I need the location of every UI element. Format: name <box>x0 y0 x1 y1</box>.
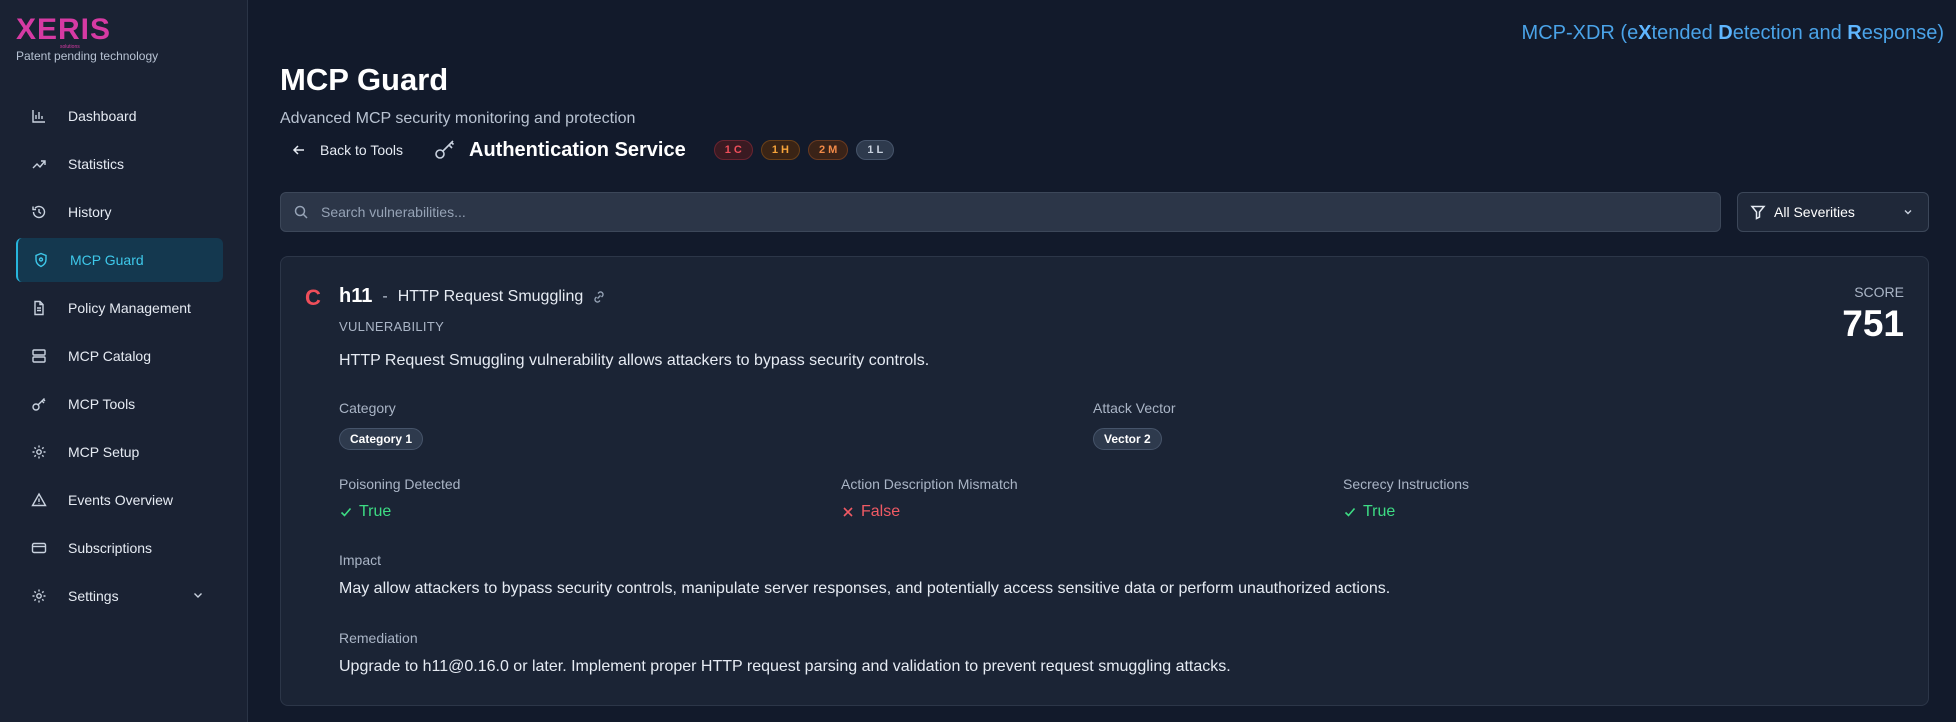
attack-vector-label: Attack Vector <box>1093 400 1176 416</box>
score-value: 751 <box>1842 303 1904 344</box>
check-icon <box>339 505 353 519</box>
category-label: Category <box>339 400 396 416</box>
sidebar-item-label: MCP Catalog <box>68 348 152 364</box>
poisoning-label: Poisoning Detected <box>339 476 461 492</box>
vulnerability-description: HTTP Request Smuggling vulnerability all… <box>339 352 930 369</box>
medium-count-badge: 2 M <box>807 140 849 160</box>
key-icon <box>31 396 47 412</box>
sidebar-item-label: History <box>68 204 112 220</box>
package-name: h11 <box>339 285 373 307</box>
sidebar-item-mcp-tools[interactable]: MCP Tools <box>16 382 223 426</box>
page-title: MCP Guard <box>280 62 449 97</box>
sidebar-item-history[interactable]: History <box>16 190 223 234</box>
sidebar: XERIS solutions Patent pending technolog… <box>0 0 248 722</box>
sidebar-item-label: MCP Tools <box>68 396 136 412</box>
back-to-tools-button[interactable]: Back to Tools <box>280 142 415 158</box>
secrecy-value: True <box>1343 503 1395 521</box>
search-bar <box>280 192 1721 232</box>
product-name-part: tended <box>1651 22 1719 44</box>
document-icon <box>31 300 47 316</box>
title-separator: - <box>382 287 388 305</box>
product-name-part: MCP-XDR (e <box>1521 22 1639 44</box>
chevron-down-icon <box>1902 206 1914 218</box>
severity-filter-value: All Severities <box>1774 204 1855 220</box>
chevron-down-icon[interactable] <box>191 588 205 605</box>
vulnerability-name: HTTP Request Smuggling <box>397 287 584 305</box>
poisoning-text: True <box>359 503 392 520</box>
arrow-left-icon <box>292 143 306 157</box>
service-name: Authentication Service <box>469 138 686 161</box>
trending-up-icon <box>31 156 47 172</box>
sidebar-nav: Dashboard Statistics History MCP Guard P… <box>16 94 223 622</box>
product-name-part: esponse) <box>1861 22 1944 44</box>
logo-wordmark: XERIS <box>16 13 112 46</box>
secrecy-text: True <box>1363 503 1396 520</box>
score-label: SCORE <box>1854 284 1904 300</box>
settings-icon <box>31 588 47 604</box>
logo[interactable]: XERIS solutions <box>16 13 112 51</box>
impact-label: Impact <box>339 552 382 568</box>
bar-chart-icon <box>31 108 47 124</box>
mismatch-label: Action Description Mismatch <box>841 476 1018 492</box>
remediation-text: Upgrade to h11@0.16.0 or later. Implemen… <box>339 658 1231 675</box>
critical-count-badge: 1 C <box>713 140 753 160</box>
poisoning-value: True <box>339 503 391 521</box>
gear-icon <box>31 444 47 460</box>
key-icon <box>433 138 457 162</box>
vulnerability-type: VULNERABILITY <box>339 319 445 334</box>
sidebar-item-label: Events Overview <box>68 492 174 508</box>
high-count-badge: 1 H <box>760 140 800 160</box>
product-name-part: X <box>1638 22 1652 44</box>
low-count-badge: 1 L <box>856 140 895 160</box>
back-label: Back to Tools <box>320 142 404 158</box>
product-name: MCP-XDR (eXtended Detection and Response… <box>1522 22 1944 45</box>
product-name-part: D <box>1718 22 1733 44</box>
vulnerability-title: h11 - HTTP Request Smuggling <box>339 285 607 308</box>
sidebar-item-subscriptions[interactable]: Subscriptions <box>16 526 223 570</box>
sidebar-item-mcp-guard[interactable]: MCP Guard <box>16 238 223 282</box>
sidebar-item-label: Statistics <box>68 156 125 172</box>
product-name-part: R <box>1847 22 1862 44</box>
sidebar-item-events-overview[interactable]: Events Overview <box>16 478 223 522</box>
sidebar-item-dashboard[interactable]: Dashboard <box>16 94 223 138</box>
page-subtitle: Advanced MCP security monitoring and pro… <box>280 110 636 127</box>
sidebar-item-label: Policy Management <box>68 300 191 316</box>
check-icon <box>1343 505 1357 519</box>
close-icon <box>841 505 855 519</box>
sidebar-item-label: MCP Guard <box>70 252 144 268</box>
sidebar-item-statistics[interactable]: Statistics <box>16 142 223 186</box>
secrecy-label: Secrecy Instructions <box>1343 476 1470 492</box>
product-name-part: etection and <box>1732 22 1848 44</box>
history-icon <box>31 204 47 220</box>
sidebar-item-label: Settings <box>68 588 119 604</box>
credit-card-icon <box>31 540 47 556</box>
link-icon[interactable] <box>591 289 607 305</box>
sidebar-item-settings[interactable]: Settings <box>16 574 223 618</box>
sidebar-item-mcp-setup[interactable]: MCP Setup <box>16 430 223 474</box>
severity-indicator: C <box>305 285 321 310</box>
sidebar-item-label: Subscriptions <box>68 540 153 556</box>
warning-icon <box>31 492 47 508</box>
sidebar-item-mcp-catalog[interactable]: MCP Catalog <box>16 334 223 378</box>
search-input[interactable] <box>321 204 1701 220</box>
attack-vector-badge: Vector 2 <box>1093 428 1162 450</box>
category-badge: Category 1 <box>339 428 424 450</box>
severity-filter-select[interactable]: All Severities <box>1737 192 1929 232</box>
remediation-label: Remediation <box>339 630 418 646</box>
sidebar-item-policy-management[interactable]: Policy Management <box>16 286 223 330</box>
mismatch-text: False <box>861 503 901 520</box>
tool-header: Back to Tools Authentication Service 1 C… <box>280 136 902 164</box>
vulnerability-card: C h11 - HTTP Request Smuggling VULNERABI… <box>280 256 1929 706</box>
sidebar-item-label: MCP Setup <box>68 444 140 460</box>
mismatch-value: False <box>841 503 900 521</box>
shield-icon <box>33 252 49 268</box>
impact-text: May allow attackers to bypass security c… <box>339 580 1391 597</box>
sidebar-item-label: Dashboard <box>68 108 137 124</box>
server-icon <box>31 348 47 364</box>
tagline: Patent pending technology <box>16 49 159 63</box>
filter-icon <box>1750 204 1766 220</box>
search-icon <box>293 204 309 220</box>
